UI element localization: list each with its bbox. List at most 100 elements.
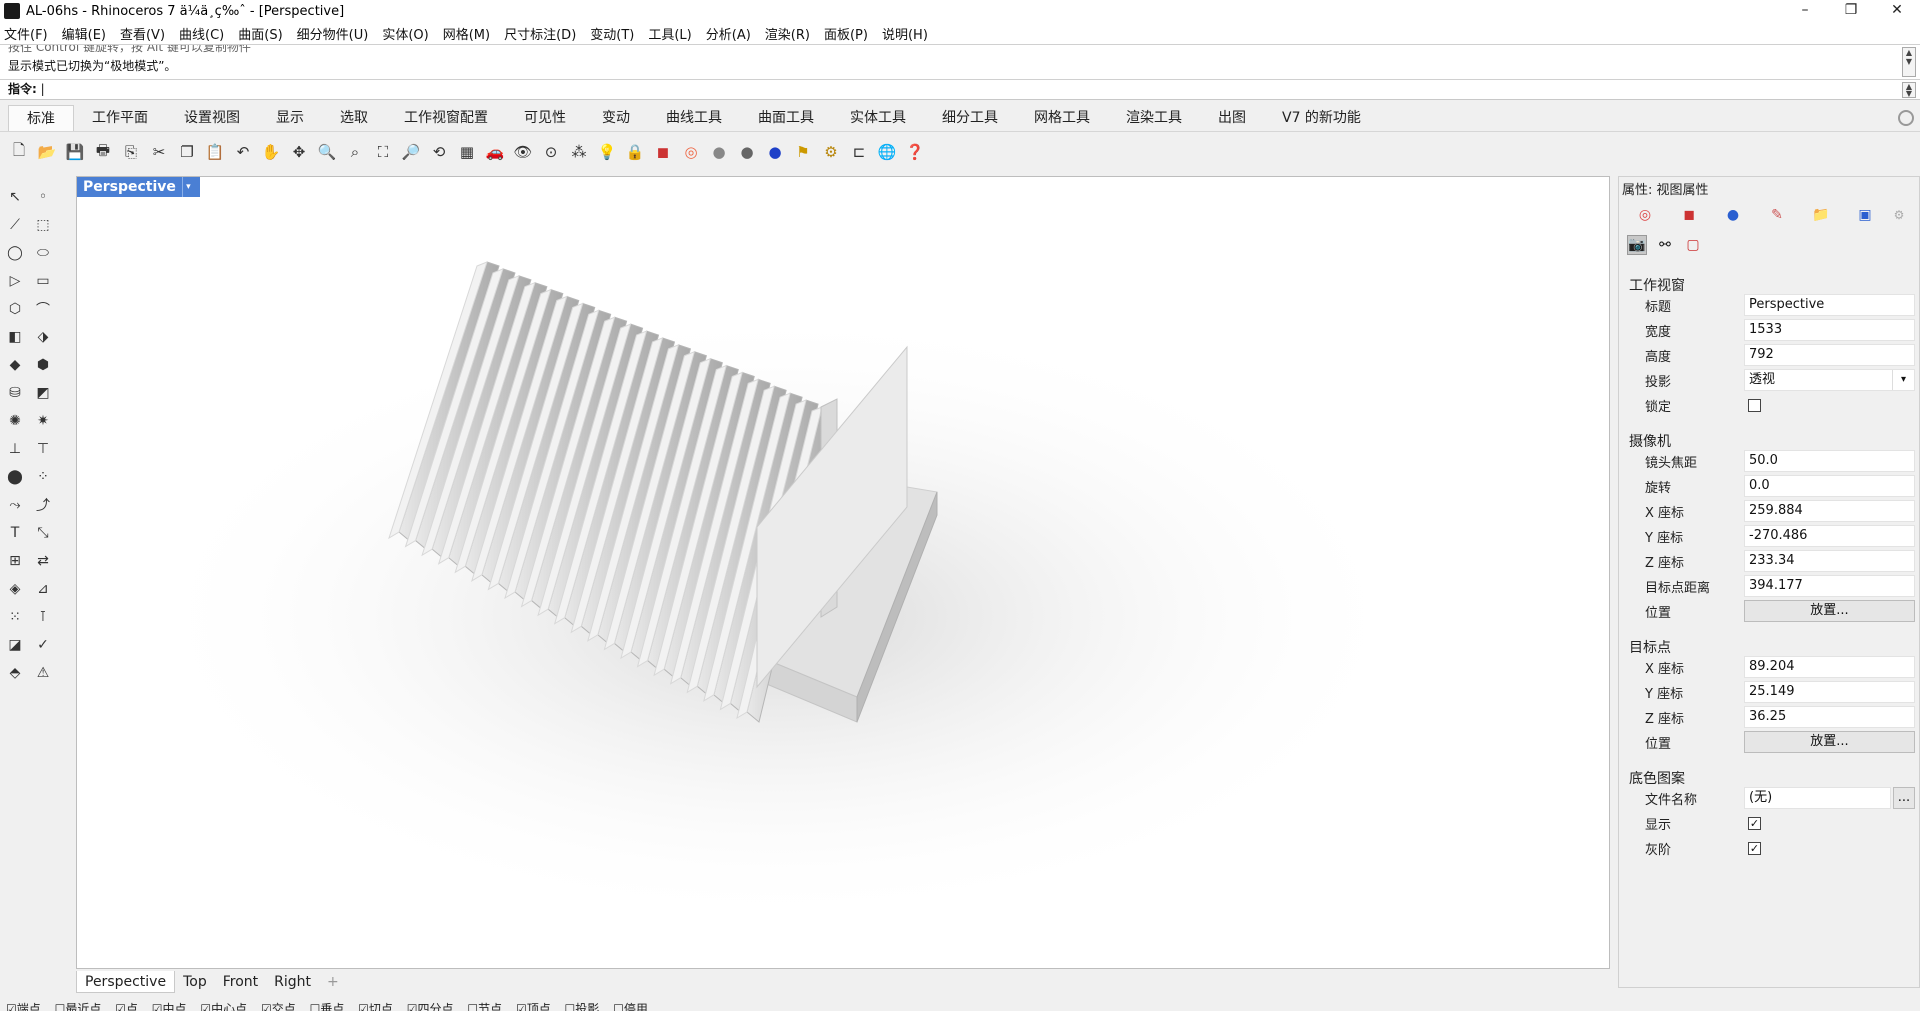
camera-z-field[interactable]: 233.34 [1744,550,1915,572]
mesh-icon[interactable]: ◩ [32,382,54,404]
options-gear-icon[interactable]: ⚙ [820,141,842,163]
render-sphere-icon[interactable]: ● [764,141,786,163]
zoom-selected-icon[interactable]: 🔎 [400,141,422,163]
target-distance-field[interactable]: 394.177 [1744,575,1915,597]
rectangle-icon[interactable]: ▭ [32,270,54,292]
osnap-perpendicular[interactable]: ☐垂点 [310,1002,345,1011]
render-shapes-icon[interactable]: ⬘ [4,662,26,684]
target-z-field[interactable]: 36.25 [1744,706,1915,728]
analyze-icon[interactable]: ◪ [4,634,26,656]
block-icon[interactable]: ⊞ [4,550,26,572]
osnap-end[interactable]: ☑端点 [6,1002,41,1011]
color-wheel-icon[interactable]: ◎ [680,141,702,163]
rotation-field[interactable]: 0.0 [1744,475,1915,497]
folder-icon[interactable]: 📁 [1811,205,1831,225]
browse-button[interactable]: ... [1893,787,1915,809]
save-icon[interactable]: 💾 [64,141,86,163]
array-icon[interactable]: ⁙ [4,606,26,628]
menu-analyze[interactable]: 分析(A) [706,24,751,43]
solid-tools-icon[interactable]: ◈ [4,578,26,600]
open-folder-icon[interactable]: 📂 [36,141,58,163]
menu-tools[interactable]: 工具(L) [648,24,691,43]
text-icon[interactable]: T [4,522,26,544]
menu-file[interactable]: 文件(F) [4,24,48,43]
view-tab-top[interactable]: Top [175,971,215,993]
offset-curve-icon[interactable]: ⤳ [4,494,26,516]
ellipse-icon[interactable]: ⬭ [32,242,54,264]
menu-mesh[interactable]: 网格(M) [443,24,490,43]
osnap-knot[interactable]: ☐节点 [467,1002,502,1011]
dimension-tool-icon[interactable]: ⤡ [32,522,54,544]
menu-subd[interactable]: 细分物件(U) [297,24,369,43]
osnap-quadrant[interactable]: ☑四分点 [407,1002,454,1011]
environment-icon[interactable]: ● [1723,205,1743,225]
menu-surface[interactable]: 曲面(S) [238,24,282,43]
tab-mesh-tools[interactable]: 网格工具 [1016,105,1108,131]
zoom-window-icon[interactable]: ⌕ [344,141,366,163]
light-bulb-icon[interactable]: 💡 [596,141,618,163]
menu-render[interactable]: 渲染(R) [765,24,810,43]
menu-transform[interactable]: 变动(T) [590,24,634,43]
walkabout-icon[interactable]: 👁 [512,141,534,163]
tab-cplanes[interactable]: 工作平面 [74,105,166,131]
paste-icon[interactable]: 📋 [204,141,226,163]
export-icon[interactable]: ⎘ [120,141,142,163]
boolean-union-icon[interactable]: ⬢ [32,354,54,376]
copy-icon[interactable]: ❐ [176,141,198,163]
blend-curve-icon[interactable]: ⤴ [32,494,54,516]
width-field[interactable]: 1533 [1744,319,1915,341]
fillet-curve-icon[interactable]: ⌒ [32,298,54,320]
osnap-center[interactable]: ☑中心点 [200,1002,247,1011]
undo-view-icon[interactable]: ⟲ [428,141,450,163]
pan-hand-icon[interactable]: ✋ [260,141,282,163]
filename-field[interactable]: (无) [1744,787,1891,809]
trim-icon[interactable]: ⊥ [4,438,26,460]
tab-select[interactable]: 选取 [322,105,386,131]
undo-icon[interactable]: ↶ [232,141,254,163]
print-icon[interactable]: 🖶 [92,141,114,163]
show-checkbox[interactable]: ✓ [1748,816,1761,830]
split-icon[interactable]: ⊤ [32,438,54,460]
place-camera-button[interactable]: 放置... [1744,600,1915,622]
target-x-field[interactable]: 89.204 [1744,656,1915,678]
tab-subd-tools[interactable]: 细分工具 [924,105,1016,131]
panel-settings-icon[interactable]: ⚙ [1889,205,1909,225]
render-lamp-icon[interactable]: ⚠ [32,662,54,684]
tab-render-tools[interactable]: 渲染工具 [1108,105,1200,131]
target-y-field[interactable]: 25.149 [1744,681,1915,703]
globe-icon[interactable]: 🌐 [876,141,898,163]
cut-icon[interactable]: ✂ [148,141,170,163]
polygon-icon[interactable]: ⬡ [4,298,26,320]
select-arrow-icon[interactable]: ↖ [4,186,26,208]
select-points-icon[interactable]: ⁂ [568,141,590,163]
camera-x-field[interactable]: 259.884 [1744,500,1915,522]
arc-icon[interactable]: ▷ [4,270,26,292]
color-wheel-icon[interactable]: ◎ [1635,205,1655,225]
history-scrollbar[interactable]: ▲ ▼ [1902,47,1916,77]
tab-transform[interactable]: 变动 [584,105,648,131]
osnap-intersection[interactable]: ☑交点 [261,1002,296,1011]
wallpaper-icon[interactable]: ▢ [1683,235,1703,255]
menu-solid[interactable]: 实体(O) [382,24,428,43]
viewport-title-field[interactable]: Perspective [1744,294,1915,316]
tab-viewport-layout[interactable]: 工作视窗配置 [386,105,506,131]
four-viewports-icon[interactable]: ▦ [456,141,478,163]
mirror-icon[interactable]: ⇄ [32,550,54,572]
circle-icon[interactable]: ◯ [4,242,26,264]
view-tab-perspective[interactable]: Perspective [76,971,176,993]
osnap-tangent[interactable]: ☑切点 [358,1002,393,1011]
point-icon[interactable]: ◦ [32,186,54,208]
osnap-mid[interactable]: ☑中点 [152,1002,187,1011]
projection-select[interactable]: 透视 ▾ [1744,369,1915,391]
surface-icon[interactable]: ◧ [4,326,26,348]
camera-icon[interactable]: 📷 [1627,235,1647,255]
minimize-button[interactable]: – [1782,0,1828,22]
menu-panels[interactable]: 面板(P) [824,24,868,43]
cplane-icon[interactable]: ⊙ [540,141,562,163]
points-on-icon[interactable]: ⁘ [32,466,54,488]
zoom-icon[interactable]: 🔍 [316,141,338,163]
layer-icon[interactable]: ◼ [652,141,674,163]
perspective-viewport[interactable]: Perspective ▾ [76,176,1610,969]
menu-view[interactable]: 查看(V) [120,24,165,43]
chevron-down-icon[interactable]: ▾ [1892,370,1914,390]
